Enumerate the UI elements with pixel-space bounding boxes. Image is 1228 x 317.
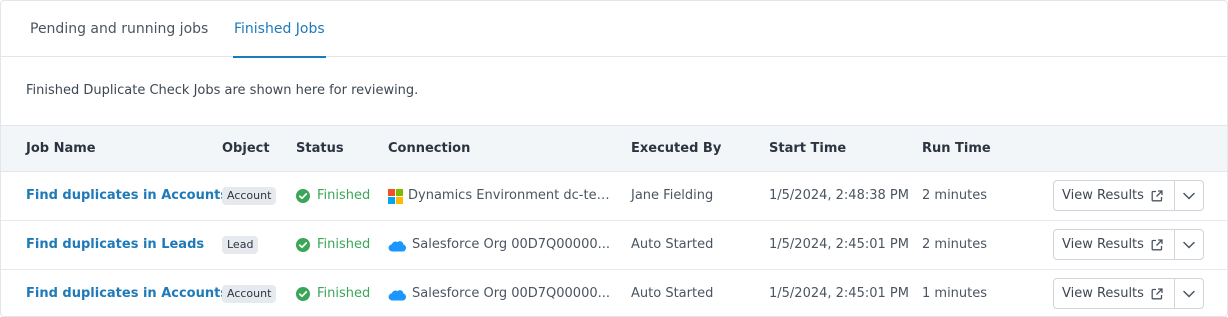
table-row: Find duplicates in Accounts Account Fini… [1, 172, 1227, 221]
view-results-label: View Results [1062, 188, 1144, 203]
page-description: Finished Duplicate Check Jobs are shown … [26, 83, 419, 98]
status-finished: Finished [296, 270, 371, 316]
microsoft-icon [388, 188, 403, 204]
run-time: 2 minutes [922, 237, 988, 252]
connection-name: Salesforce Org 00D7Q00000... [412, 286, 611, 301]
column-header-job-name[interactable]: Job Name [26, 126, 96, 172]
row-actions: View Results [1053, 278, 1204, 309]
job-name-link[interactable]: Find duplicates in Leads [26, 237, 204, 252]
connection-cell: Dynamics Environment dc-test... [388, 172, 615, 220]
connection-cell: Salesforce Org 00D7Q00000... [388, 270, 619, 316]
status-label: Finished [317, 188, 371, 203]
salesforce-cloud-icon [388, 240, 407, 252]
chevron-down-icon [1183, 192, 1195, 200]
column-header-run-time[interactable]: Run Time [922, 126, 991, 172]
executed-by: Auto Started [631, 237, 714, 252]
tab-pending-running-jobs[interactable]: Pending and running jobs [30, 1, 208, 57]
object-badge: Lead [222, 236, 259, 254]
chevron-down-icon [1183, 241, 1195, 249]
connection-name: Salesforce Org 00D7Q00000... [412, 237, 611, 252]
more-actions-dropdown[interactable] [1175, 279, 1203, 308]
status-label: Finished [317, 237, 371, 252]
status-finished: Finished [296, 172, 370, 220]
row-actions: View Results [1053, 229, 1204, 260]
check-circle-icon [296, 189, 310, 203]
column-header-connection[interactable]: Connection [388, 126, 470, 172]
check-circle-icon [296, 287, 310, 301]
run-time: 1 minutes [922, 286, 988, 301]
column-header-executed-by[interactable]: Executed By [631, 126, 721, 172]
executed-by: Jane Fielding [631, 188, 714, 203]
more-actions-dropdown[interactable] [1175, 230, 1203, 259]
chevron-down-icon [1183, 290, 1195, 298]
job-name-link[interactable]: Find duplicates in Accounts [26, 286, 228, 301]
start-time: 1/5/2024, 2:45:01 PM [769, 286, 909, 301]
view-results-button[interactable]: View Results [1054, 279, 1175, 308]
table-row: Find duplicates in Leads Lead Finished S… [1, 221, 1227, 270]
job-name-link[interactable]: Find duplicates in Accounts [26, 188, 228, 203]
column-header-object[interactable]: Object [222, 126, 270, 172]
view-results-label: View Results [1062, 286, 1144, 301]
external-link-icon [1151, 287, 1163, 299]
status-label: Finished [317, 286, 371, 301]
tab-finished-jobs[interactable]: Finished Jobs [217, 1, 342, 58]
object-badge: Account [222, 285, 277, 303]
column-header-status[interactable]: Status [296, 126, 344, 172]
more-actions-dropdown[interactable] [1175, 181, 1203, 210]
external-link-icon [1151, 189, 1163, 201]
status-finished: Finished [296, 221, 370, 269]
column-header-start-time[interactable]: Start Time [769, 126, 846, 172]
executed-by: Auto Started [631, 286, 714, 301]
view-results-button[interactable]: View Results [1054, 181, 1175, 210]
row-actions: View Results [1053, 180, 1204, 211]
finished-jobs-panel: Pending and running jobs Finished Jobs F… [0, 0, 1228, 317]
connection-name: Dynamics Environment dc-test... [408, 188, 615, 203]
run-time: 2 minutes [922, 188, 988, 203]
external-link-icon [1151, 238, 1163, 250]
start-time: 1/5/2024, 2:48:38 PM [769, 188, 909, 203]
view-results-label: View Results [1062, 237, 1144, 252]
table-header: Job Name Object Status Connection Execut… [1, 125, 1227, 172]
start-time: 1/5/2024, 2:45:01 PM [769, 237, 909, 252]
table-row: Find duplicates in Accounts Account Fini… [1, 270, 1227, 316]
view-results-button[interactable]: View Results [1054, 230, 1175, 259]
object-badge: Account [222, 187, 277, 205]
check-circle-icon [296, 238, 310, 252]
tab-bar: Pending and running jobs Finished Jobs [1, 1, 1227, 58]
connection-cell: Salesforce Org 00D7Q00000... [388, 221, 619, 269]
salesforce-cloud-icon [388, 289, 407, 301]
